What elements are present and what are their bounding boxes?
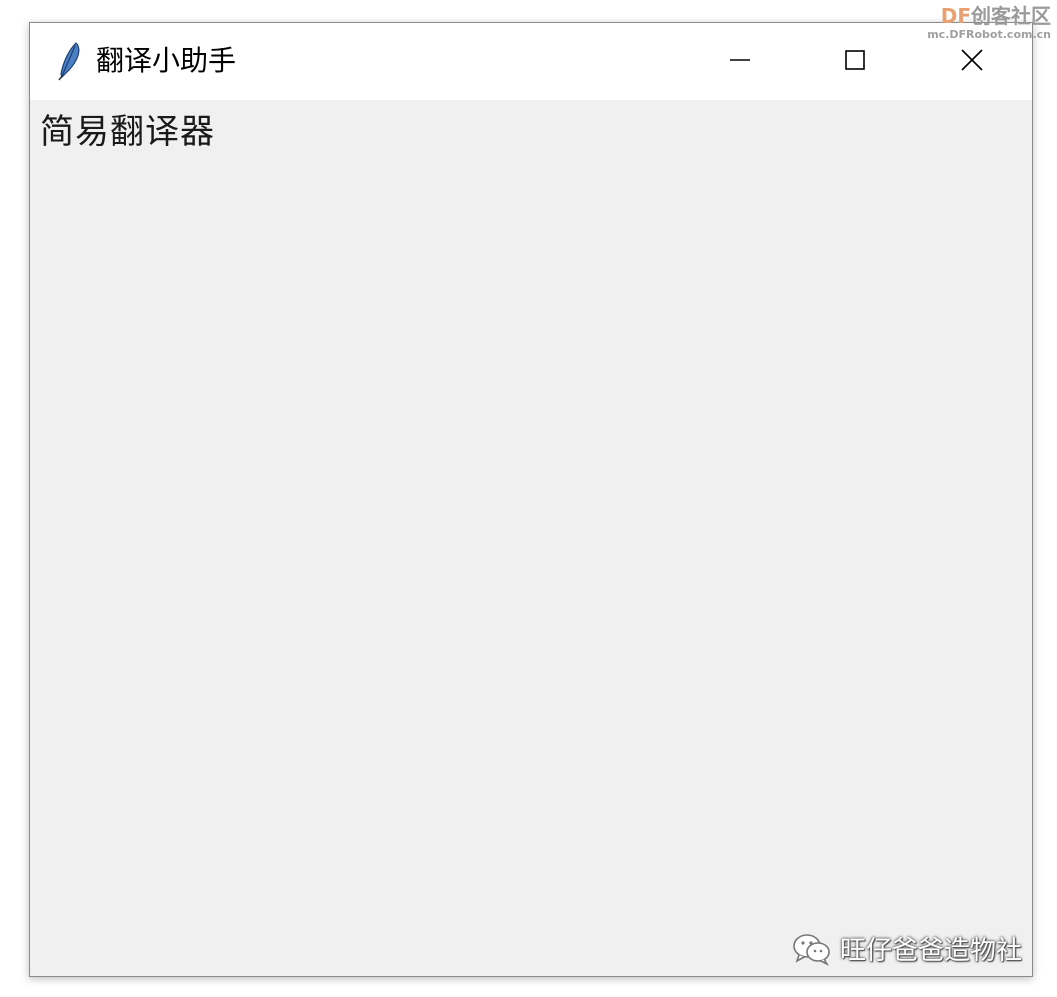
site-logo: DF创客社区 mc.DFRobot.com.cn — [927, 4, 1051, 41]
site-logo-suffix: 创客社区 — [971, 4, 1051, 28]
wechat-icon — [792, 932, 832, 970]
site-logo-prefix: DF — [940, 4, 971, 28]
feather-icon — [56, 41, 82, 81]
watermark-text: 旺仔爸爸造物社 — [840, 936, 1023, 966]
close-icon — [960, 48, 984, 76]
maximize-icon — [844, 49, 866, 75]
screenshot-page: 翻译小助手 简易翻译器 DF创客社区 mc.DFRobot.com.cn 旺仔爸… — [0, 0, 1057, 997]
minimize-button[interactable] — [683, 23, 797, 100]
app-window: 翻译小助手 简易翻译器 — [29, 22, 1033, 977]
app-heading-label: 简易翻译器 — [40, 112, 215, 152]
site-logo-brand: DF创客社区 — [927, 4, 1051, 28]
site-logo-url: mc.DFRobot.com.cn — [927, 28, 1051, 41]
watermark: 旺仔爸爸造物社 — [792, 931, 1022, 971]
maximize-button[interactable] — [798, 23, 912, 100]
window-title: 翻译小助手 — [96, 44, 237, 77]
window-content: 简易翻译器 — [30, 100, 1032, 976]
minimize-icon — [729, 49, 751, 75]
title-bar[interactable]: 翻译小助手 — [30, 23, 1032, 100]
